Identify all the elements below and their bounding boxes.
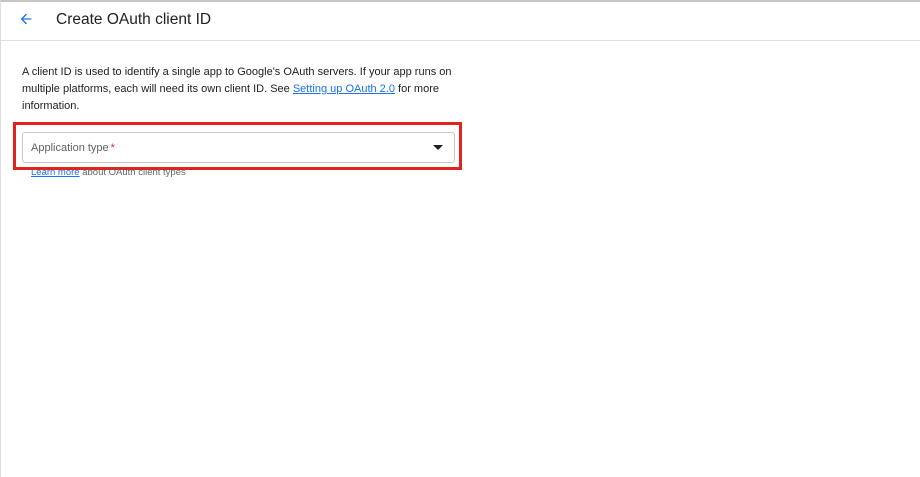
helper-text: Learn more about OAuth client types [31, 167, 186, 178]
arrow-back-icon [18, 11, 34, 32]
back-button[interactable] [13, 8, 39, 34]
page: Create OAuth client ID A client ID is us… [0, 0, 920, 477]
page-title: Create OAuth client ID [56, 11, 212, 28]
learn-more-link[interactable]: Learn more [31, 167, 80, 178]
intro-text: A client ID is used to identify a single… [22, 64, 462, 115]
highlight-box [13, 122, 462, 170]
setting-up-oauth-link[interactable]: Setting up OAuth 2.0 [293, 83, 395, 95]
page-header: Create OAuth client ID [1, 2, 920, 41]
helper-text-suffix: about OAuth client types [79, 167, 186, 178]
